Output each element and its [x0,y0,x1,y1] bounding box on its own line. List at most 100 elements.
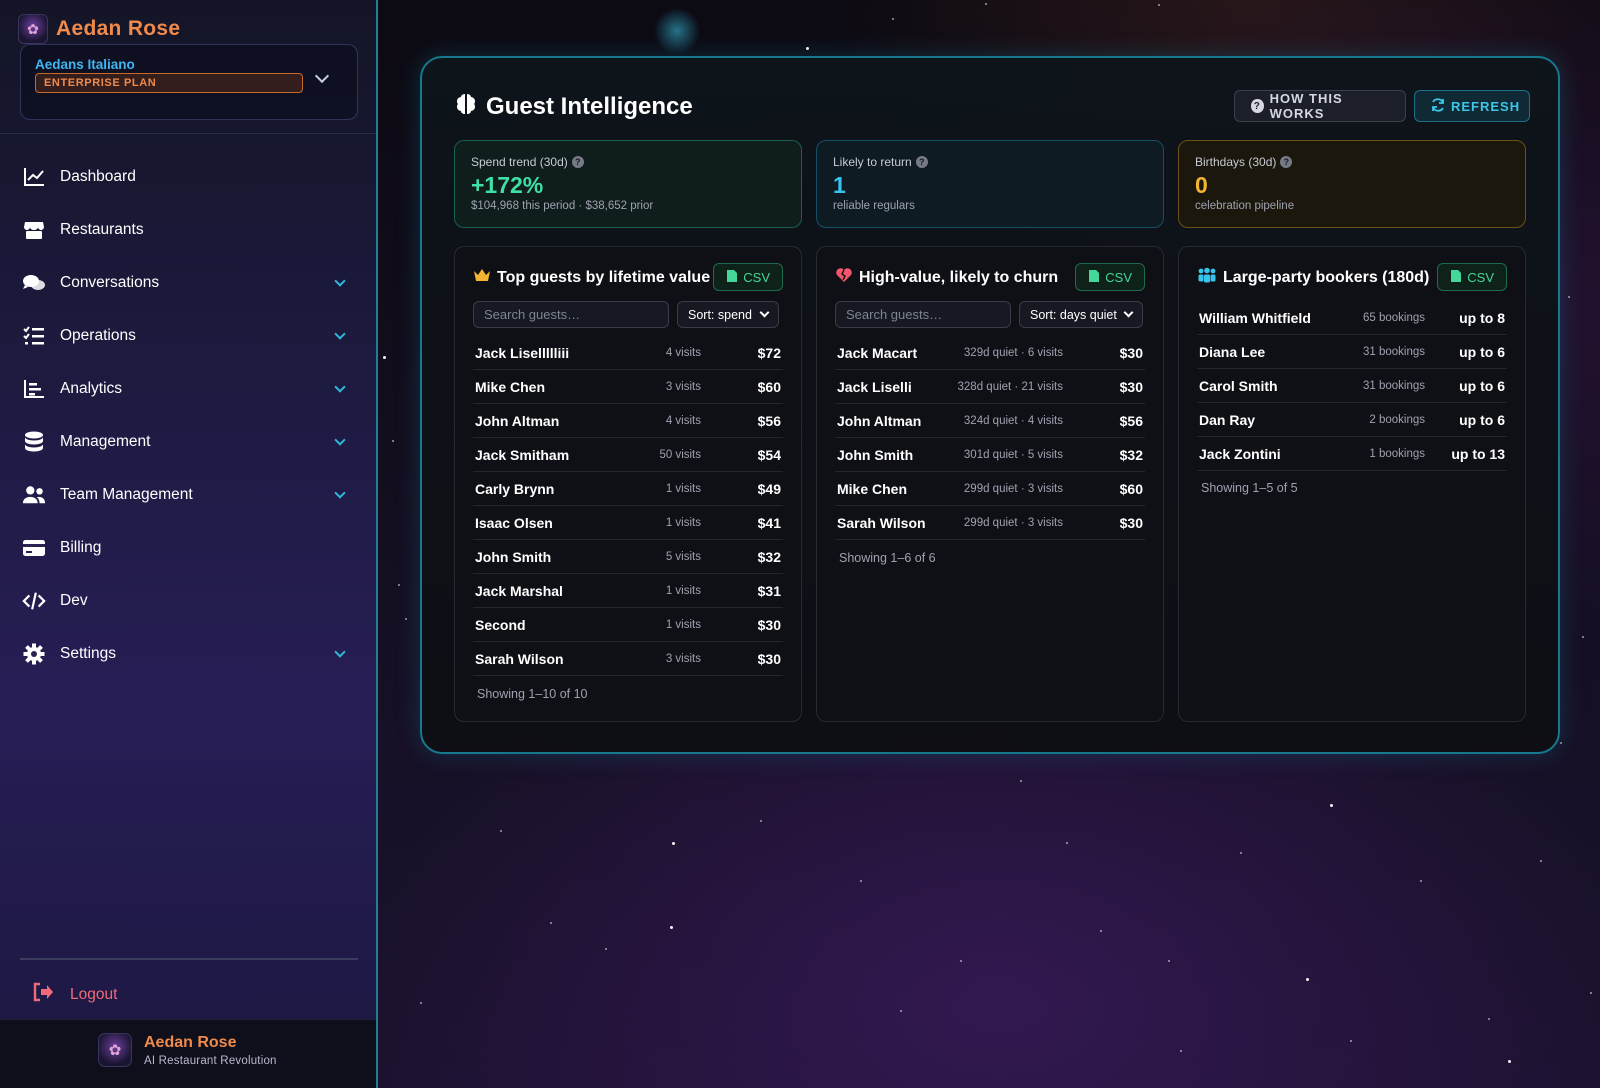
list-item[interactable]: John Altman 324d quiet · 4 visits $56 [835,404,1145,438]
search-input[interactable] [835,301,1011,328]
stat-value: 1 [833,172,846,198]
sidebar-item-dashboard[interactable]: Dashboard [0,150,376,203]
sidebar-item-label: Dev [60,591,88,609]
star [1306,978,1309,981]
star [960,960,962,962]
star [1590,992,1592,994]
sort-select[interactable]: Sort: days quiet [1019,301,1143,328]
file-csv-icon [1450,269,1462,286]
star [1168,960,1170,962]
list-item[interactable]: John Altman 4 visits $56 [473,404,783,438]
help-icon[interactable]: ? [915,156,928,168]
logout-button[interactable]: Logout [32,982,117,1007]
sidebar-item-analytics[interactable]: Analytics [0,362,376,415]
file-csv-icon [726,269,738,286]
list-item[interactable]: Jack Lisellllliii 4 visits $72 [473,336,783,370]
guest-intelligence-panel: Guest Intelligence ? HOW THIS WORKS REFR… [420,56,1560,754]
stat-subtext: $104,968 this period · $38,652 prior [471,200,654,212]
list-item[interactable]: Isaac Olsen 1 visits $41 [473,506,783,540]
sidebar-item-operations[interactable]: Operations [0,309,376,362]
sidebar-item-management[interactable]: Management [0,415,376,468]
sign-out-icon [32,982,54,1007]
stat-card-birthdays: Birthdays (30d)? 0 celebration pipeline [1178,140,1526,228]
csv-label: CSV [1467,269,1494,285]
guest-name: John Altman [475,412,560,429]
list-item[interactable]: Jack Smitham 50 visits $54 [473,438,783,472]
brand[interactable]: ✿ Aedan Rose [18,14,180,44]
sidebar-item-dev[interactable]: Dev [0,574,376,627]
sidebar-item-label: Management [60,432,151,450]
sort-select[interactable]: Sort: spend [677,301,779,328]
database-icon [22,431,46,453]
list-item[interactable]: Carly Brynn 1 visits $49 [473,472,783,506]
chart-line-icon [22,166,46,188]
csv-export-button[interactable]: CSV [1437,263,1507,291]
list-item[interactable]: John Smith 5 visits $32 [473,540,783,574]
star [672,842,675,845]
guest-name: John Smith [475,548,552,565]
list-item[interactable]: Diana Lee 31 bookings up to 6 [1197,335,1507,369]
list-item[interactable]: Jack Zontini 1 bookings up to 13 [1197,437,1507,471]
csv-export-button[interactable]: CSV [1075,263,1145,291]
csv-export-button[interactable]: CSV [713,263,783,291]
chevron-down-icon[interactable] [314,68,330,84]
guest-meta: 1 visits [665,516,701,529]
help-icon[interactable]: ? [1280,156,1293,168]
sidebar-footer: ✿ Aedan Rose AI Restaurant Revolution [0,1019,376,1088]
store-icon [22,219,46,241]
guest-meta: 5 visits [665,550,701,563]
sidebar: ✿ Aedan Rose Aedans Italiano ENTERPRISE … [0,0,378,1088]
guest-value: $31 [757,582,781,599]
chevron-down-icon [334,434,346,446]
guest-meta: 3 visits [665,652,701,665]
sidebar-item-billing[interactable]: Billing [0,521,376,574]
stat-label: Likely to return? [833,155,1147,169]
stat-label: Spend trend (30d)? [471,155,785,169]
tenant-selector[interactable]: Aedans Italiano ENTERPRISE PLAN [20,44,358,120]
guest-name: Jack Smitham [475,446,570,463]
guest-value: $60 [1119,480,1143,497]
list-item[interactable]: Jack Macart 329d quiet · 6 visits $30 [835,336,1145,370]
list-item[interactable]: Mike Chen 3 visits $60 [473,370,783,404]
guest-meta: 31 bookings [1362,379,1425,392]
stat-card-likely-to-return: Likely to return? 1 reliable regulars [816,140,1164,228]
list-item[interactable]: Dan Ray 2 bookings up to 6 [1197,403,1507,437]
list-item[interactable]: Mike Chen 299d quiet · 3 visits $60 [835,472,1145,506]
list-item[interactable]: Sarah Wilson 3 visits $30 [473,642,783,676]
list-item[interactable]: Carol Smith 31 bookings up to 6 [1197,369,1507,403]
help-icon[interactable]: ? [571,156,584,168]
footer-brand: Aedan Rose [144,1034,237,1051]
guest-name: Jack Zontini [1199,445,1281,462]
guest-value: $72 [757,344,781,361]
list-item[interactable]: Sarah Wilson 299d quiet · 3 visits $30 [835,506,1145,540]
star [1488,1018,1490,1020]
sidebar-item-label: Settings [60,644,117,662]
guest-name: Second [475,616,526,633]
list-item[interactable]: Second 1 visits $30 [473,608,783,642]
sidebar-item-team-management[interactable]: Team Management [0,468,376,521]
plan-badge: ENTERPRISE PLAN [35,73,303,93]
star [500,830,502,832]
star [1350,1040,1352,1042]
credit-card-icon [22,537,46,559]
star [420,1002,422,1004]
list-item[interactable]: Jack Liselli 328d quiet · 21 visits $30 [835,370,1145,404]
list-item[interactable]: Jack Marshal 1 visits $31 [473,574,783,608]
sidebar-item-conversations[interactable]: Conversations [0,256,376,309]
star [892,18,894,20]
refresh-button[interactable]: REFRESH [1414,90,1530,122]
list-item[interactable]: William Whitfield 65 bookings up to 8 [1197,301,1507,335]
sidebar-item-settings[interactable]: Settings [0,627,376,680]
list-item[interactable]: John Smith 301d quiet · 5 visits $32 [835,438,1145,472]
guest-meta: 31 bookings [1362,345,1425,358]
sidebar-item-restaurants[interactable]: Restaurants [0,203,376,256]
guest-value: $56 [1119,412,1143,429]
glow-orb [654,8,700,54]
guest-name: Jack Macart [837,344,918,361]
guest-value: up to 6 [1459,343,1505,360]
star [1330,804,1333,807]
search-input[interactable] [473,301,669,328]
how-this-works-button[interactable]: ? HOW THIS WORKS [1234,90,1406,122]
chevron-down-icon [334,646,346,658]
people-group-icon [1197,267,1217,288]
